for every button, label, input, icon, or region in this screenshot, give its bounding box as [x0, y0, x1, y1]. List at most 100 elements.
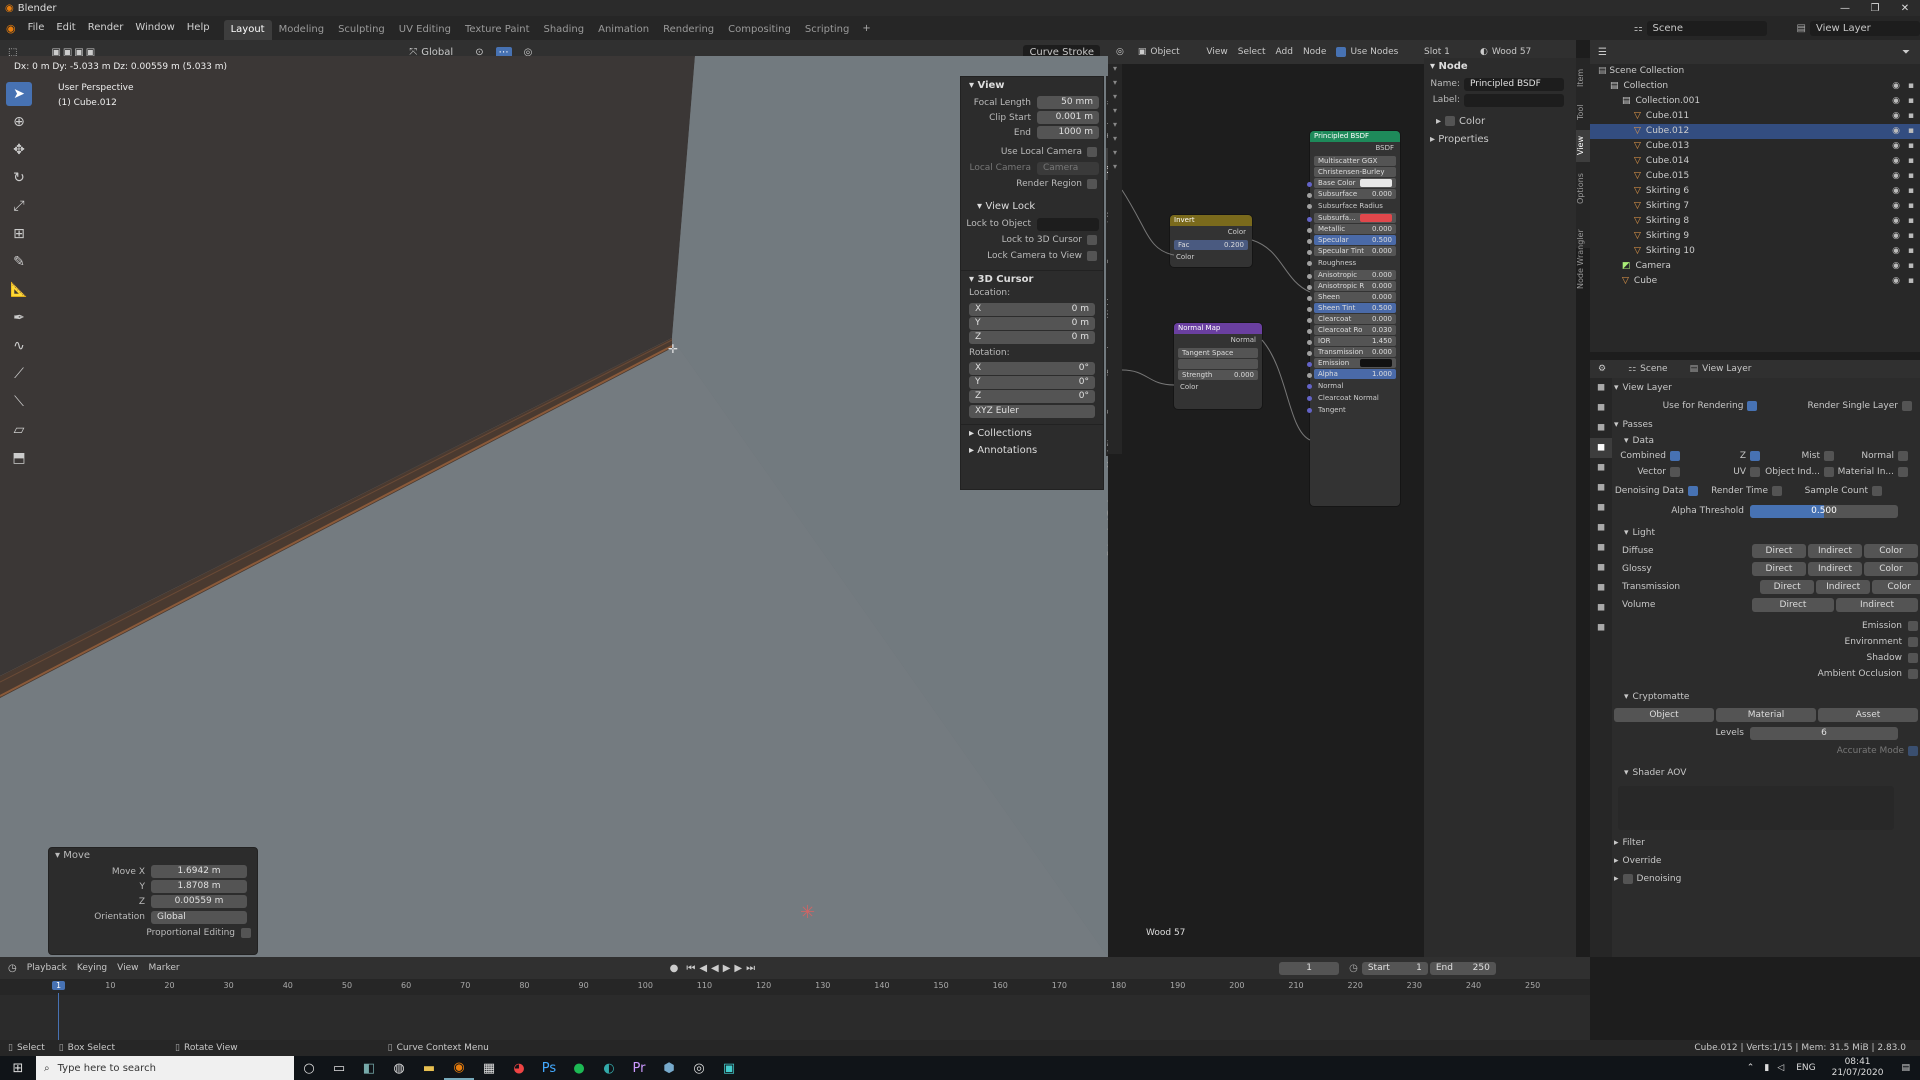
curve-tool-icon[interactable]: ∿: [6, 334, 32, 358]
render-camera-icon[interactable]: ▪: [1908, 184, 1914, 199]
levels-field[interactable]: 6: [1750, 726, 1898, 740]
focal-length-field[interactable]: 50 mm: [1037, 96, 1099, 109]
physics-tab-icon[interactable]: ◼: [1590, 558, 1612, 578]
clip-start-field[interactable]: 0.001 m: [1037, 111, 1099, 124]
tray-chevron-icon[interactable]: ⌃: [1747, 1063, 1755, 1073]
cursor-rot-z-field[interactable]: Z 0°: [969, 390, 1095, 403]
object-tab-icon[interactable]: ◼: [1590, 498, 1612, 518]
file-explorer-icon[interactable]: ▬: [414, 1056, 444, 1080]
playback-controls[interactable]: ⏮◀◀▶▶⏭: [686, 963, 759, 974]
light-glossy-color-button[interactable]: Color: [1864, 562, 1918, 576]
node-strip-icon[interactable]: ▾: [1108, 106, 1122, 120]
combined-checkbox[interactable]: [1670, 451, 1680, 461]
cursor-tool-icon[interactable]: ⊕: [6, 110, 32, 134]
app-icon-4[interactable]: ◎: [684, 1056, 714, 1080]
minimize-icon[interactable]: —: [1830, 3, 1860, 14]
menu-window[interactable]: Window: [129, 16, 180, 40]
edge-icon[interactable]: ◐: [594, 1056, 624, 1080]
node-color-checkbox[interactable]: [1445, 116, 1456, 126]
timeline-menu-playback[interactable]: Playback: [27, 963, 67, 973]
alpha-threshold-slider[interactable]: 0.500: [1750, 504, 1898, 518]
outliner-item-camera[interactable]: ◩ Camera ◉ ▪: [1590, 259, 1920, 274]
render-camera-icon[interactable]: ▪: [1908, 124, 1914, 139]
annotate-tool-icon[interactable]: ✎: [6, 250, 32, 274]
light-transmission-color-button[interactable]: Color: [1872, 580, 1920, 594]
timeline-menu-marker[interactable]: Marker: [149, 963, 180, 973]
render-camera-icon[interactable]: ▪: [1908, 94, 1914, 109]
light-diffuse-color-button[interactable]: Color: [1864, 544, 1918, 558]
bisect-tool-icon[interactable]: ⟍: [6, 390, 32, 414]
light-transmission-direct-button[interactable]: Direct: [1760, 580, 1815, 594]
shadow-checkbox[interactable]: [1908, 653, 1918, 663]
timeline-menu-view[interactable]: View: [117, 963, 138, 973]
clip-end-field[interactable]: 1000 m: [1037, 126, 1099, 139]
outliner-item-skirting-9[interactable]: ▽ Skirting 9 ◉ ▪: [1590, 229, 1920, 244]
outliner-item-skirting-7[interactable]: ▽ Skirting 7 ◉ ▪: [1590, 199, 1920, 214]
output-tab-icon[interactable]: ◼: [1590, 418, 1612, 438]
maximize-icon[interactable]: ❐: [1860, 3, 1890, 14]
annotations-panel[interactable]: Annotations: [977, 445, 1037, 456]
visibility-icon[interactable]: ◉: [1892, 94, 1900, 109]
menu-file[interactable]: File: [22, 16, 51, 40]
scale-tool-icon[interactable]: ⤢: [6, 194, 32, 218]
outliner-item-skirting-6[interactable]: ▽ Skirting 6 ◉ ▪: [1590, 184, 1920, 199]
node-sidebar-tab-options[interactable]: Options: [1576, 164, 1590, 214]
proportional-checkbox[interactable]: [241, 928, 251, 938]
workspace-tab-uv-editing[interactable]: UV Editing: [392, 20, 458, 40]
lock-camera-checkbox[interactable]: [1087, 251, 1097, 261]
render-camera-icon[interactable]: ▪: [1908, 79, 1914, 94]
render-camera-icon[interactable]: ▪: [1908, 244, 1914, 259]
cursor-loc-z-field[interactable]: Z 0 m: [969, 331, 1095, 344]
workspace-tab-shading[interactable]: Shading: [536, 20, 591, 40]
visibility-icon[interactable]: ◉: [1892, 214, 1900, 229]
use-for-rendering-checkbox[interactable]: [1747, 401, 1758, 411]
network-icon[interactable]: ▮: [1764, 1063, 1769, 1073]
blender-taskbar-icon[interactable]: ◉: [444, 1056, 474, 1080]
move-z-field[interactable]: 0.00559 m: [151, 895, 247, 908]
render-single-layer-checkbox[interactable]: [1902, 401, 1912, 411]
z-checkbox[interactable]: [1750, 451, 1760, 461]
move-y-field[interactable]: 1.8708 m: [151, 880, 247, 893]
timeline-ruler[interactable]: 1 10 20 30 40 50 60 70 80 90 100 110 120 130 140 150 160…: [0, 979, 1590, 995]
blender-menu-icon[interactable]: ◉: [0, 22, 22, 35]
premiere-icon[interactable]: Pr: [624, 1056, 654, 1080]
sample-count-checkbox[interactable]: [1872, 486, 1882, 496]
outliner-item-collection-001[interactable]: ▤ Collection.001 ◉ ▪: [1590, 94, 1920, 109]
visibility-icon[interactable]: ◉: [1892, 274, 1900, 289]
node-sidebar-tab-node-wrangler[interactable]: Node Wrangler: [1576, 216, 1590, 302]
taskbar-search[interactable]: ⌕ Type here to search: [36, 1056, 294, 1080]
workspace-tab-scripting[interactable]: Scripting: [798, 20, 856, 40]
outliner-item-collection[interactable]: ▤ Collection ◉ ▪: [1590, 79, 1920, 94]
material-dropdown[interactable]: Wood 57: [1492, 47, 1531, 57]
material-tab-icon[interactable]: ◼: [1590, 618, 1612, 638]
workspace-tab-animation[interactable]: Animation: [591, 20, 656, 40]
render-camera-icon[interactable]: ▪: [1908, 274, 1914, 289]
denoising-data-checkbox[interactable]: [1688, 486, 1698, 496]
render-camera-icon[interactable]: ▪: [1908, 214, 1914, 229]
calculator-icon[interactable]: ▦: [474, 1056, 504, 1080]
node-strip-icon[interactable]: ▾: [1108, 134, 1122, 148]
world-tab-icon[interactable]: ◼: [1590, 478, 1612, 498]
outliner-item-cube[interactable]: ▽ Cube ◉ ▪: [1590, 274, 1920, 289]
light-diffuse-direct-button[interactable]: Direct: [1752, 544, 1806, 558]
light-volume-direct-button[interactable]: Direct: [1752, 598, 1834, 612]
scene-selector[interactable]: Scene: [1646, 20, 1767, 36]
mist-checkbox[interactable]: [1824, 451, 1834, 461]
cryptomatte-material-button[interactable]: Material: [1716, 708, 1816, 722]
cursor-rot-x-field[interactable]: X 0°: [969, 362, 1095, 375]
extrude-tool-icon[interactable]: ⬒: [6, 446, 32, 470]
menu-render[interactable]: Render: [82, 16, 130, 40]
chrome-icon[interactable]: ◕: [504, 1056, 534, 1080]
rotate-tool-icon[interactable]: ↻: [6, 166, 32, 190]
override-section[interactable]: Override: [1623, 856, 1662, 866]
workspace-tab-rendering[interactable]: Rendering: [656, 20, 721, 40]
light-volume-indirect-button[interactable]: Indirect: [1836, 598, 1918, 612]
visibility-icon[interactable]: ◉: [1892, 169, 1900, 184]
visibility-icon[interactable]: ◉: [1892, 154, 1900, 169]
scene-tab-icon[interactable]: ◼: [1590, 458, 1612, 478]
collections-panel[interactable]: Collections: [977, 428, 1032, 439]
windows-start-icon[interactable]: ⊞: [0, 1056, 36, 1080]
light-transmission-indirect-button[interactable]: Indirect: [1816, 580, 1871, 594]
render-camera-icon[interactable]: ▪: [1908, 259, 1914, 274]
current-frame-field[interactable]: 1: [1279, 961, 1340, 975]
